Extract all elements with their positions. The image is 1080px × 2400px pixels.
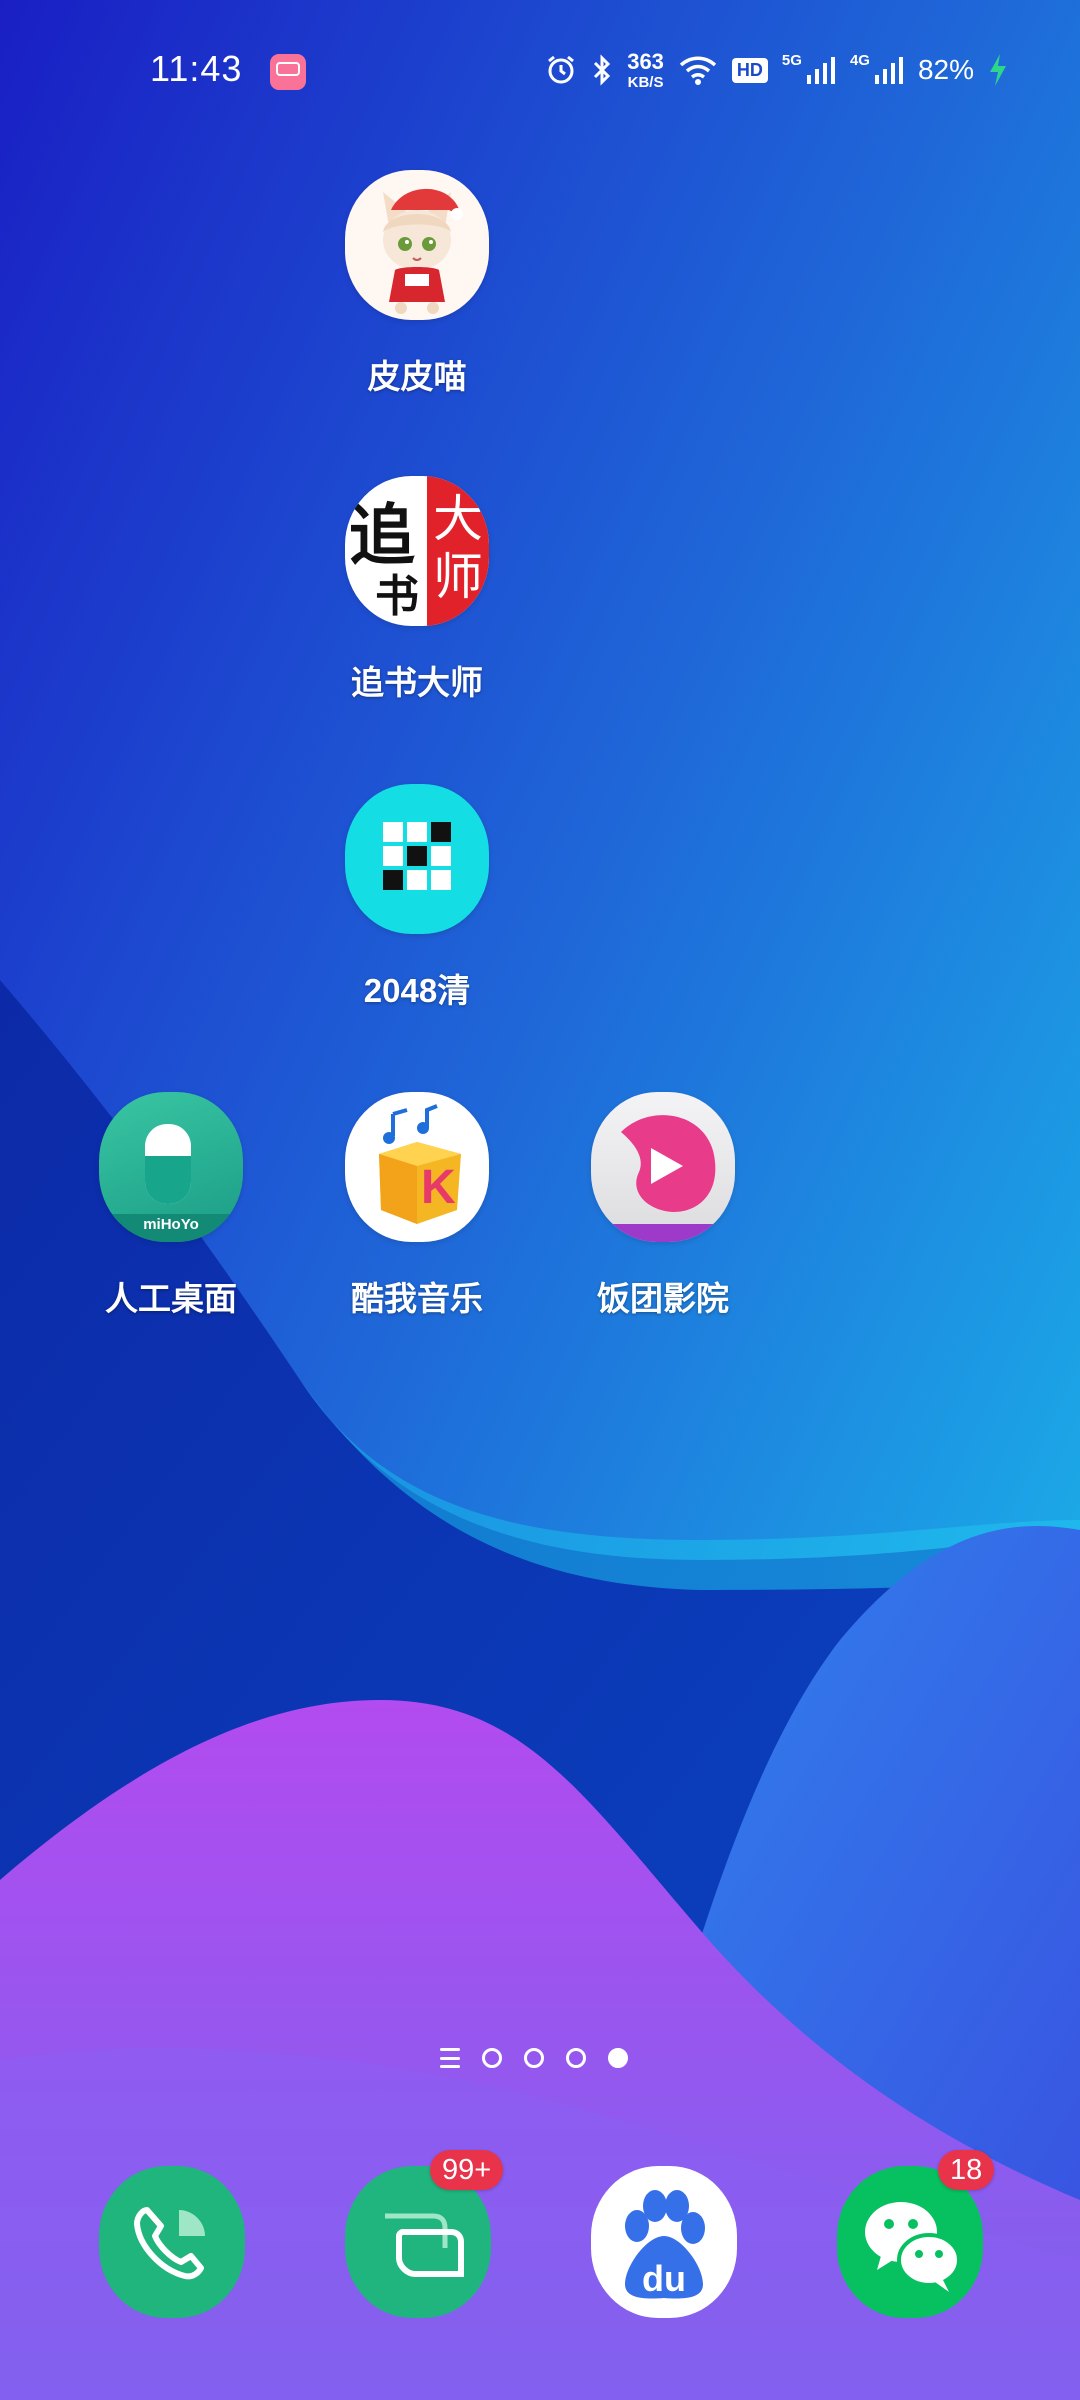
dock-baidu[interactable]: du bbox=[591, 2166, 737, 2318]
kuwo-music-icon: K bbox=[345, 1092, 489, 1242]
app-label: 酷我音乐 bbox=[351, 1280, 483, 1317]
pipimiao-icon bbox=[345, 170, 489, 320]
app-label: 饭团影院 bbox=[597, 1280, 729, 1317]
app-label: 皮皮喵 bbox=[367, 358, 467, 395]
app-fantuan-cinema[interactable]: 饭团影院 bbox=[540, 1092, 786, 1320]
wifi-icon bbox=[679, 56, 717, 85]
app-label: 人工桌面 bbox=[105, 1280, 237, 1317]
hd-volte-badge: HD bbox=[731, 57, 768, 83]
dock-phone[interactable] bbox=[99, 2166, 245, 2318]
page-dot-1[interactable] bbox=[482, 2048, 502, 2068]
fantuan-cinema-icon bbox=[591, 1092, 735, 1242]
phone-icon bbox=[134, 2207, 205, 2280]
app-zhuishu[interactable]: 追 书 大师 追书大师 bbox=[294, 476, 540, 704]
alarm-icon bbox=[548, 55, 575, 84]
network-5g-label: 5G bbox=[781, 52, 802, 69]
messages-unread-badge: 99+ bbox=[430, 2150, 504, 2190]
app-rengong-desktop[interactable]: miHoYo 人工桌面 bbox=[48, 1092, 294, 1320]
page-dot-2[interactable] bbox=[524, 2048, 544, 2068]
page-dot-4-active[interactable] bbox=[608, 2048, 628, 2068]
bilibili-notification-icon bbox=[270, 54, 306, 90]
app-kuwo-music[interactable]: K 酷我音乐 bbox=[294, 1092, 540, 1320]
battery-level: 82% bbox=[917, 54, 974, 85]
game-2048-icon bbox=[345, 784, 489, 934]
app-label: 追书大师 bbox=[351, 664, 483, 701]
wechat-unread-badge: 18 bbox=[938, 2150, 995, 2190]
net-speed: 363 KB/S bbox=[627, 48, 664, 91]
mihoyo-desktop-icon: miHoYo bbox=[99, 1092, 243, 1242]
status-bar: 11:43 363 KB/S HD 5G 4G 82% bbox=[0, 0, 1080, 140]
charging-icon bbox=[990, 54, 1006, 86]
signal-5g-icon bbox=[806, 57, 835, 84]
bluetooth-icon bbox=[594, 54, 611, 86]
network-4g-label: 4G bbox=[849, 52, 870, 69]
page-indicator[interactable] bbox=[440, 2048, 628, 2068]
app-pipimiao[interactable]: 皮皮喵 bbox=[294, 170, 540, 398]
page-dot-3[interactable] bbox=[566, 2048, 586, 2068]
zhuishu-icon: 追 书 大师 bbox=[345, 476, 489, 626]
app-2048[interactable]: 2048清 bbox=[294, 784, 540, 1012]
signal-4g-icon bbox=[874, 57, 903, 84]
app-drawer-menu-icon[interactable] bbox=[440, 2048, 460, 2068]
app-label: 2048清 bbox=[363, 972, 471, 1009]
clock: 11:43 bbox=[150, 48, 243, 89]
